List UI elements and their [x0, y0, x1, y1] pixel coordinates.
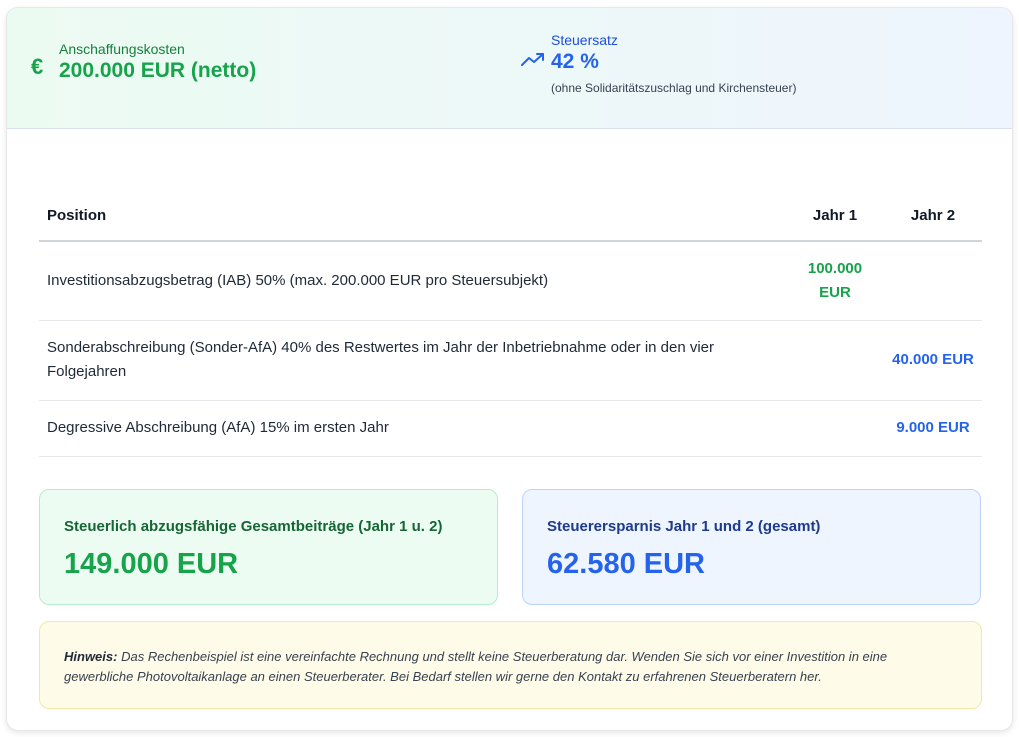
- deductible-total-value: 149.000 EUR: [64, 548, 239, 580]
- year-1-cell: [786, 320, 884, 401]
- year-1-cell: 100.000 EUR: [786, 241, 884, 321]
- disclaimer-notice: Hinweis: Das Rechenbeispiel ist eine ver…: [39, 621, 982, 709]
- year-2-cell: [884, 241, 982, 321]
- table-header-row: Position Jahr 1 Jahr 2: [39, 190, 982, 242]
- position-cell: Investitionsabzugsbetrag (IAB) 50% (max.…: [39, 241, 786, 321]
- summary-header: € Anschaffungskosten 200.000 EUR (netto)…: [7, 8, 1012, 129]
- position-cell: Degressive Abschreibung (AfA) 15% im ers…: [39, 400, 786, 457]
- cost-value: 200.000 EUR (netto): [59, 59, 257, 82]
- position-cell: Sonderabschreibung (Sonder-AfA) 40% des …: [39, 320, 786, 401]
- tax-savings-box: Steuerersparnis Jahr 1 und 2 (gesamt) 62…: [522, 489, 981, 605]
- depreciation-table: Position Jahr 1 Jahr 2 Investitionsabzug…: [39, 190, 982, 457]
- column-header-year-1: Jahr 1: [786, 190, 884, 242]
- tax-value: 42 %: [551, 50, 599, 73]
- notice-label: Hinweis:: [64, 649, 118, 664]
- euro-icon: €: [31, 54, 44, 79]
- trending-up-icon: [521, 51, 551, 72]
- table-row: Sonderabschreibung (Sonder-AfA) 40% des …: [39, 320, 982, 401]
- tax-note: (ohne Solidaritätszuschlag und Kirchenst…: [551, 81, 797, 95]
- calculation-card: € Anschaffungskosten 200.000 EUR (netto)…: [6, 7, 1013, 731]
- year-1-cell: [786, 400, 884, 457]
- year-2-cell: 40.000 EUR: [884, 320, 982, 401]
- table-row: Degressive Abschreibung (AfA) 15% im ers…: [39, 400, 982, 457]
- column-header-position: Position: [39, 190, 786, 242]
- year-2-cell: 9.000 EUR: [884, 400, 982, 457]
- cost-label: Anschaffungskosten: [59, 41, 185, 57]
- deductible-total-box: Steuerlich abzugsfähige Gesamtbeiträge (…: [39, 489, 498, 605]
- notice-text: Das Rechenbeispiel ist eine vereinfachte…: [64, 649, 888, 684]
- tax-savings-value: 62.580 EUR: [547, 548, 705, 580]
- tax-stat: Steuersatz 42 % (ohne Solidaritätszuschl…: [521, 31, 796, 95]
- tax-label: Steuersatz: [551, 32, 618, 48]
- deductible-total-title: Steuerlich abzugsfähige Gesamtbeiträge (…: [64, 518, 443, 535]
- table-row: Investitionsabzugsbetrag (IAB) 50% (max.…: [39, 241, 982, 321]
- tax-savings-title: Steuerersparnis Jahr 1 und 2 (gesamt): [547, 518, 821, 535]
- column-header-year-2: Jahr 2: [884, 190, 982, 242]
- cost-stat: € Anschaffungskosten 200.000 EUR (netto): [31, 40, 256, 84]
